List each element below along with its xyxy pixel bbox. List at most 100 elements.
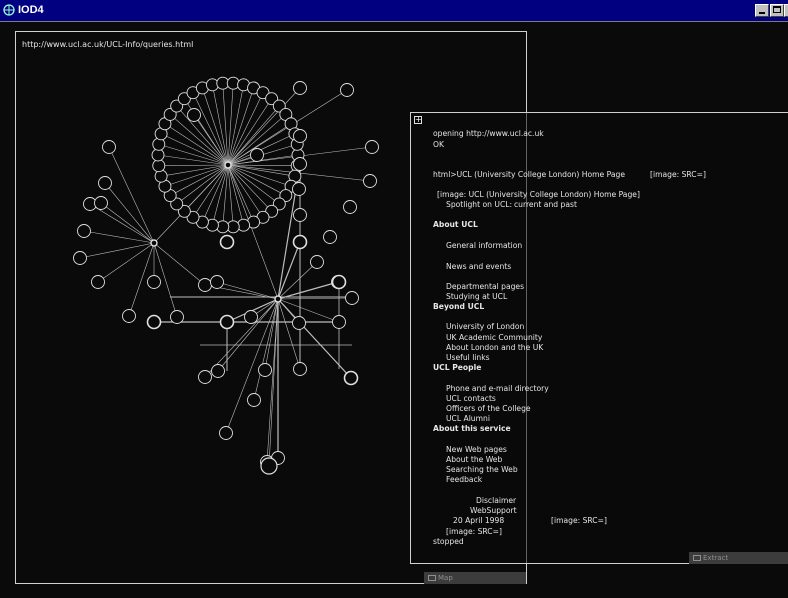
page-node[interactable] <box>170 310 184 324</box>
text-line: Phone and e-mail directory <box>446 384 549 393</box>
link-edge <box>176 105 229 166</box>
expand-icon[interactable]: + <box>414 116 422 124</box>
page-node[interactable] <box>331 274 347 290</box>
page-node[interactable] <box>323 230 337 244</box>
text-line: [image: UCL (University College London) … <box>437 190 640 199</box>
text-line: About London and the UK <box>446 343 544 352</box>
text-line: opening http://www.ucl.ac.uk <box>433 129 544 138</box>
text-line: Officers of the College <box>446 404 531 413</box>
text-line: General information <box>446 241 523 250</box>
page-node[interactable] <box>77 224 91 238</box>
page-node[interactable] <box>210 275 224 289</box>
link-edge <box>164 123 229 166</box>
page-node[interactable] <box>219 426 233 440</box>
page-node[interactable] <box>260 457 278 475</box>
page-node[interactable] <box>343 200 357 214</box>
page-node[interactable] <box>244 310 258 324</box>
page-node[interactable] <box>91 275 105 289</box>
page-node[interactable] <box>343 370 359 386</box>
extract-button-label: Extract <box>703 554 729 562</box>
page-node[interactable] <box>332 315 346 329</box>
page-node[interactable] <box>151 148 165 162</box>
text-line: Studying at UCL <box>446 292 508 301</box>
link-edge <box>164 164 229 187</box>
extract-button[interactable]: Extract <box>689 552 788 564</box>
page-node[interactable] <box>258 363 272 377</box>
text-line: [image: SRC=] <box>551 516 607 525</box>
link-edge <box>277 298 340 323</box>
page-node[interactable] <box>274 295 282 303</box>
text-line: Departmental pages <box>446 282 525 291</box>
page-node[interactable] <box>122 309 136 323</box>
page-node[interactable] <box>147 275 161 289</box>
page-node[interactable] <box>310 255 324 269</box>
page-node[interactable] <box>293 129 307 143</box>
text-line: OK <box>433 140 444 149</box>
link-edge <box>83 230 155 244</box>
page-node[interactable] <box>73 251 87 265</box>
text-line: Feedback <box>446 475 483 484</box>
link-edge <box>227 164 298 167</box>
map-button[interactable]: Map <box>424 572 526 584</box>
link-edge <box>153 242 206 286</box>
link-edge <box>176 164 229 205</box>
link-edge <box>158 164 229 167</box>
page-node[interactable] <box>152 159 166 173</box>
text-line: current and past <box>514 200 577 209</box>
section-heading: UCL People <box>433 363 482 372</box>
page-node[interactable] <box>340 83 354 97</box>
page-node[interactable] <box>98 176 112 190</box>
page-node[interactable] <box>250 148 264 162</box>
page-node[interactable] <box>187 108 201 122</box>
page-node[interactable] <box>292 316 306 330</box>
section-heading: About this service <box>433 424 511 433</box>
page-node[interactable] <box>224 161 232 169</box>
page-node[interactable] <box>293 362 307 376</box>
link-edge <box>192 92 229 166</box>
page-node[interactable] <box>345 291 359 305</box>
page-node[interactable] <box>293 157 307 171</box>
link-edge <box>227 164 292 187</box>
text-line: [image: SRC=] <box>650 170 706 179</box>
text-line: New Web pages <box>446 445 507 454</box>
page-node[interactable] <box>150 239 158 247</box>
page-node[interactable] <box>94 196 108 210</box>
link-edge <box>227 164 264 218</box>
page-node[interactable] <box>293 81 307 95</box>
page-node[interactable] <box>102 140 116 154</box>
page-node[interactable] <box>198 278 212 292</box>
page-node[interactable] <box>292 234 308 250</box>
page-node[interactable] <box>293 208 307 222</box>
link-edge <box>277 297 353 300</box>
page-node[interactable] <box>363 174 377 188</box>
text-line: UCL Alumni <box>446 414 490 423</box>
page-node[interactable] <box>247 393 261 407</box>
page-node[interactable] <box>211 364 225 378</box>
page-node[interactable] <box>365 140 379 154</box>
page-node[interactable] <box>198 370 212 384</box>
link-edge <box>277 298 301 370</box>
text-line: Spotlight on UCL: <box>446 200 513 209</box>
page-node[interactable] <box>219 234 235 250</box>
link-edge <box>104 182 155 244</box>
section-heading: Beyond UCL <box>433 302 485 311</box>
link-edge <box>227 164 280 205</box>
text-line: News and events <box>446 262 512 271</box>
text-line: UK Academic Community <box>446 333 543 342</box>
link-edge <box>89 203 155 244</box>
page-node[interactable] <box>292 182 306 196</box>
text-line: html>UCL (University College London) Hom… <box>433 170 626 179</box>
link-edge <box>100 202 155 244</box>
text-line: Searching the Web <box>446 465 518 474</box>
text-line: UCL contacts <box>446 394 496 403</box>
text-line: Useful links <box>446 353 490 362</box>
link-edge <box>108 146 155 244</box>
link-edge <box>227 164 272 212</box>
text-line: University of London <box>446 322 525 331</box>
page-node[interactable] <box>219 314 235 330</box>
link-edge <box>216 281 279 300</box>
page-node[interactable] <box>146 314 162 330</box>
page-node[interactable] <box>152 137 166 151</box>
page-node[interactable] <box>154 169 168 183</box>
link-edge <box>277 241 301 300</box>
